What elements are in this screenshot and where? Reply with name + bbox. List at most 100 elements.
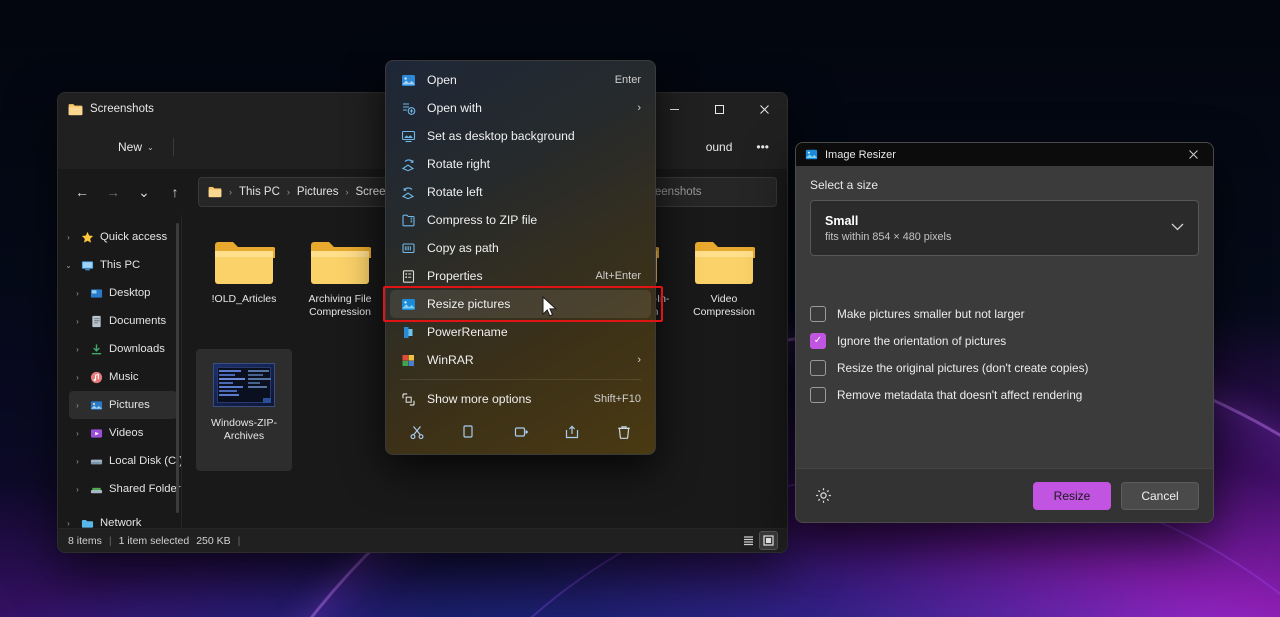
forward-icon[interactable]: → [99,178,127,206]
overflow-button[interactable]: ••• [746,132,779,162]
menu-item-open[interactable]: Open Enter [390,66,651,94]
image-resizer-icon [400,296,416,312]
winrar-icon [400,352,416,368]
desktop-background-icon [400,128,416,144]
breadcrumb-item-pictures[interactable]: Pictures [297,186,339,198]
checkbox[interactable]: ✓ [810,333,826,349]
sort-button[interactable]: ound [696,132,743,162]
sidebar-item-network[interactable]: › Network [60,509,177,528]
sidebar-item-music[interactable]: › Music [69,363,177,391]
delete-icon[interactable] [610,419,638,445]
folder-icon [311,242,371,284]
recent-locations-icon[interactable]: ⌄ [130,178,158,206]
copy-icon[interactable] [455,419,483,445]
option-remove-metadata[interactable]: Remove metadata that doesn't affect rend… [810,387,1199,403]
menu-item-winrar[interactable]: WinRAR › [390,346,651,374]
list-item[interactable]: Video Compression [676,227,772,349]
breadcrumb-separator: › [286,187,290,197]
sidebar-item-local-disk-c[interactable]: › Local Disk (C:) [69,447,181,475]
menu-item-properties[interactable]: Properties Alt+Enter [390,262,651,290]
list-item[interactable]: Windows-ZIP-Archives [196,349,292,471]
checkbox[interactable] [810,306,826,322]
sidebar-item-documents[interactable]: › Documents [69,307,177,335]
menu-item-rotate-left[interactable]: Rotate left [390,178,651,206]
chevron-right-icon[interactable]: › [71,429,84,438]
details-view-icon[interactable] [740,532,757,549]
menu-item-copy-as-path[interactable]: Copy as path [390,234,651,262]
share-icon[interactable] [558,419,586,445]
large-icons-view-icon[interactable] [759,531,778,550]
chevron-right-icon[interactable]: › [71,401,84,410]
resizer-footer: Resize Cancel [796,468,1213,522]
chevron-right-icon[interactable]: › [62,233,75,242]
breadcrumb-item-this-pc[interactable]: This PC [239,186,280,198]
chevron-right-icon[interactable]: › [71,317,84,326]
menu-item-powerrename[interactable]: PowerRename [390,318,651,346]
sidebar-item-pictures[interactable]: › Pictures [69,391,177,419]
chevron-right-icon[interactable]: › [62,519,75,528]
chevron-down-icon[interactable]: ⌄ [62,261,75,270]
checkbox[interactable] [810,360,826,376]
menu-item-accelerator: Alt+Enter [595,270,641,282]
rename-icon[interactable] [507,419,535,445]
chevron-right-icon[interactable]: › [71,457,84,466]
image-resizer-icon [805,149,818,160]
menu-item-label: Compress to ZIP file [427,213,538,227]
status-separator: | [108,534,112,547]
chevron-right-icon[interactable]: › [71,345,84,354]
minimize-button[interactable] [652,93,697,125]
option-ignore-orientation[interactable]: ✓ Ignore the orientation of pictures [810,333,1199,349]
status-separator: | [237,534,241,547]
sort-button-label: ound [705,140,733,154]
network-icon [80,516,95,529]
sidebar-item-shared-folders[interactable]: › Shared Folders [69,475,181,503]
maximize-button[interactable] [697,93,742,125]
close-button[interactable] [742,93,787,125]
downloads-icon [89,342,104,357]
sidebar-item-downloads[interactable]: › Downloads [69,335,177,363]
menu-item-label: Copy as path [427,241,499,255]
chevron-down-icon: ⌄ [147,142,154,152]
chevron-right-icon[interactable]: › [71,373,84,382]
gear-icon[interactable] [810,483,836,509]
option-resize-originals[interactable]: Resize the original pictures (don't crea… [810,360,1199,376]
menu-item-show-more-options[interactable]: Show more options Shift+F10 [390,385,651,413]
size-preset-select[interactable]: Small fits within 854 × 480 pixels [810,200,1199,256]
navigation-scrollbar[interactable] [176,223,179,513]
resize-button[interactable]: Resize [1033,481,1111,510]
chevron-right-icon[interactable]: › [71,485,84,494]
menu-item-rotate-right[interactable]: Rotate right [390,150,651,178]
option-make-smaller-not-larger[interactable]: Make pictures smaller but not larger [810,306,1199,322]
chevron-down-icon [1171,222,1184,234]
size-preset-value: Small [825,213,859,228]
sidebar-item-label: Shared Folders [109,483,181,495]
list-item[interactable]: !OLD_Articles [196,227,292,349]
chevron-right-icon[interactable]: › [71,289,84,298]
sidebar-item-desktop[interactable]: › Desktop [69,279,177,307]
menu-item-compress-to-zip-file[interactable]: Compress to ZIP file [390,206,651,234]
option-label: Resize the original pictures (don't crea… [837,361,1089,375]
back-icon[interactable]: ← [68,178,96,206]
breadcrumb-separator: › [229,187,232,197]
sidebar-item-videos[interactable]: › Videos [69,419,177,447]
menu-item-set-as-desktop-background[interactable]: Set as desktop background [390,122,651,150]
cut-icon[interactable] [403,419,431,445]
desktop-icon [89,286,104,301]
sidebar-item-label: Documents [109,315,167,327]
pictures-icon [89,398,104,413]
videos-icon [89,426,104,441]
menu-item-open-with[interactable]: Open with › [390,94,651,122]
sidebar-item-this-pc[interactable]: ⌄ This PC [60,251,177,279]
list-item[interactable]: Archiving File Compression [292,227,388,349]
close-icon[interactable] [1173,143,1213,166]
sidebar-item-label: Downloads [109,343,165,355]
menu-item-label: WinRAR [427,353,474,367]
new-button[interactable]: New ⌄ [108,132,164,162]
new-button-label: New [118,140,143,154]
cancel-button[interactable]: Cancel [1121,481,1199,510]
up-icon[interactable]: ↑ [161,178,189,206]
menu-item-resize-pictures[interactable]: Resize pictures [390,290,651,318]
checkbox[interactable] [810,387,826,403]
resizer-options: Make pictures smaller but not larger ✓ I… [810,306,1199,403]
sidebar-item-quick-access[interactable]: › Quick access [60,223,177,251]
